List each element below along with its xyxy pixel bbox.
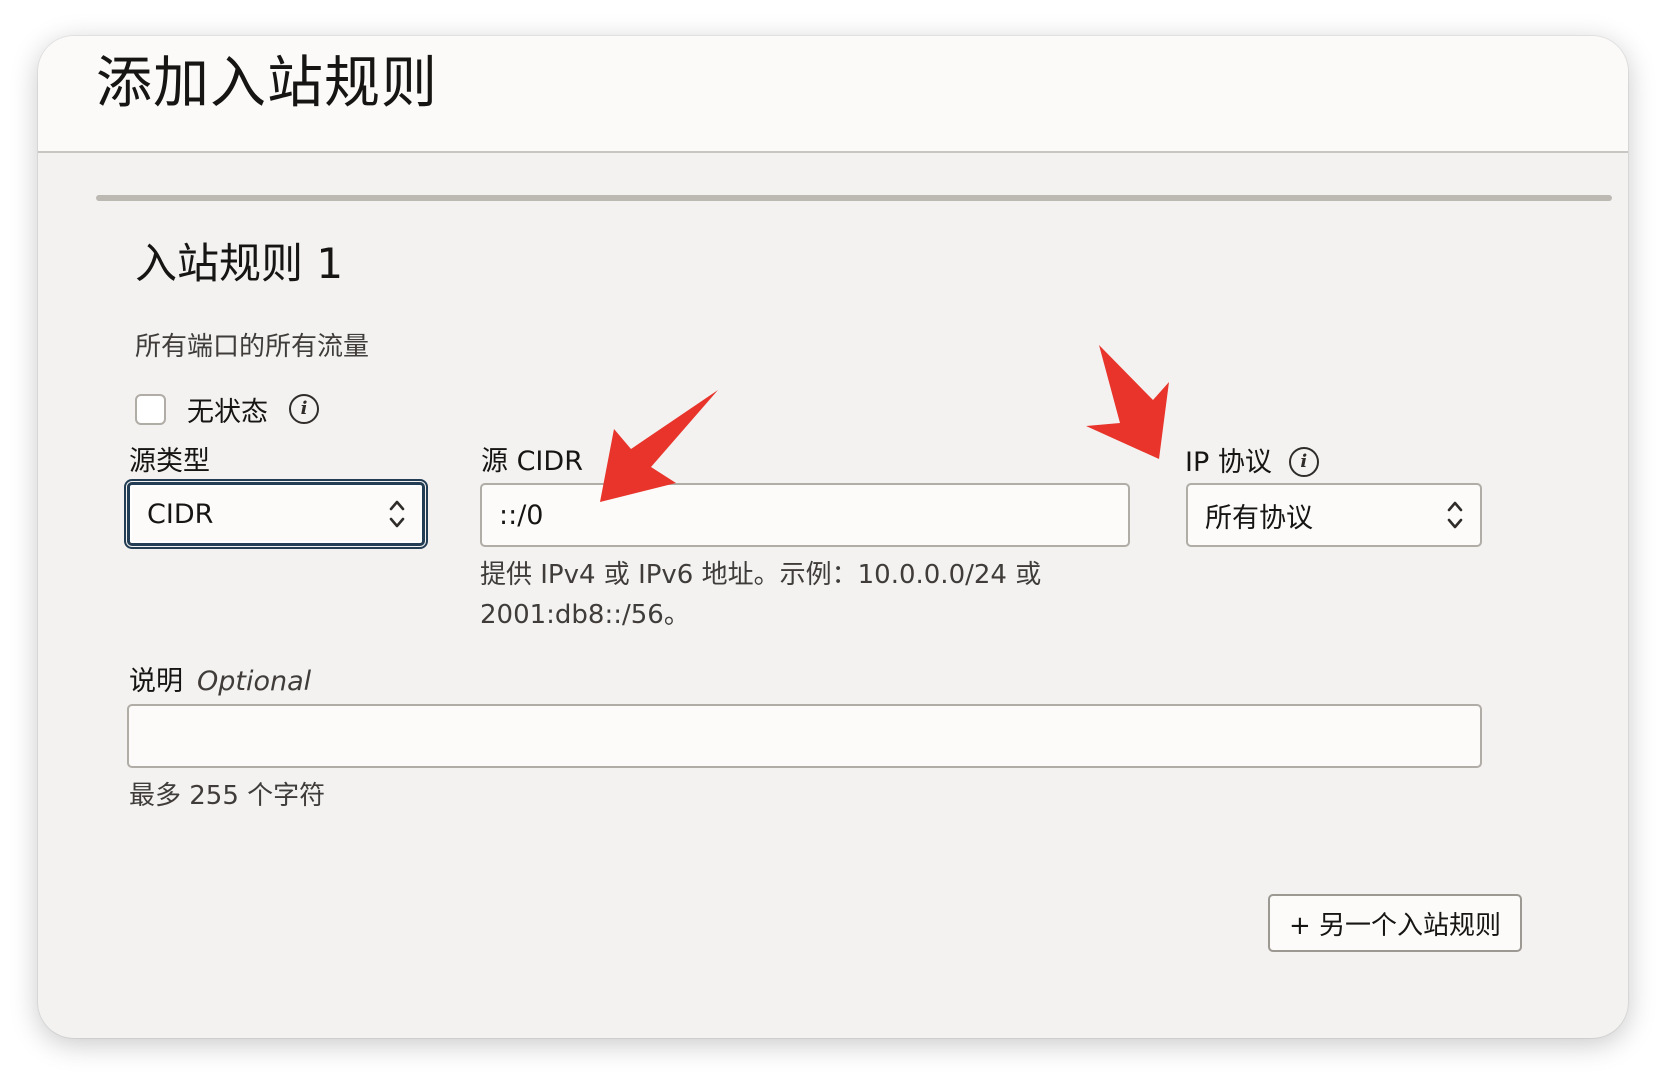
ip-protocol-info-icon[interactable]: i bbox=[1288, 447, 1319, 477]
rule-summary: 所有端口的所有流量 bbox=[135, 332, 370, 362]
description-input[interactable] bbox=[127, 704, 1482, 768]
stateless-info-icon[interactable]: i bbox=[289, 394, 319, 424]
source-cidr-hint-line1: 提供 IPv4 或 IPv6 地址。示例：10.0.0.0/24 或 bbox=[480, 560, 1042, 590]
rule-divider bbox=[96, 195, 1612, 201]
ip-protocol-value: 所有协议 bbox=[1205, 502, 1313, 534]
ip-protocol-label-row: IP 协议 i bbox=[1185, 447, 1319, 477]
red-arrow-icon bbox=[1086, 345, 1169, 459]
description-hint: 最多 255 个字符 bbox=[129, 781, 326, 811]
ip-protocol-label: IP 协议 bbox=[1185, 446, 1272, 478]
stateless-row: 无状态 i bbox=[135, 392, 319, 428]
add-another-rule-button[interactable]: + 另一个入站规则 bbox=[1268, 894, 1522, 952]
description-optional: Optional bbox=[197, 666, 312, 697]
source-type-value: CIDR bbox=[147, 498, 214, 530]
ip-protocol-select[interactable]: 所有协议 bbox=[1186, 483, 1482, 547]
source-cidr-value: ::/0 bbox=[499, 499, 544, 531]
dialog-header: 添加入站规则 bbox=[38, 36, 1628, 153]
stateless-label: 无状态 bbox=[187, 396, 268, 428]
source-cidr-label: 源 CIDR bbox=[481, 446, 583, 477]
description-label: 说明 bbox=[129, 666, 183, 697]
description-label-row: 说明 Optional bbox=[129, 668, 311, 695]
rule-title: 入站规则 1 bbox=[135, 239, 344, 288]
chevron-up-down-icon bbox=[1447, 501, 1463, 529]
stateless-checkbox[interactable] bbox=[135, 393, 166, 425]
source-type-label: 源类型 bbox=[129, 446, 210, 477]
source-cidr-hint-line2: 2001:db8::/56。 bbox=[480, 600, 690, 630]
dialog-window: 添加入站规则 入站规则 1 所有端口的所有流量 无状态 i 源类型 CIDR 源… bbox=[38, 36, 1628, 1038]
source-cidr-input[interactable]: ::/0 bbox=[480, 483, 1130, 547]
chevron-up-down-icon bbox=[389, 500, 405, 528]
page-title: 添加入站规则 bbox=[96, 51, 438, 116]
source-type-select[interactable]: CIDR bbox=[124, 479, 428, 549]
